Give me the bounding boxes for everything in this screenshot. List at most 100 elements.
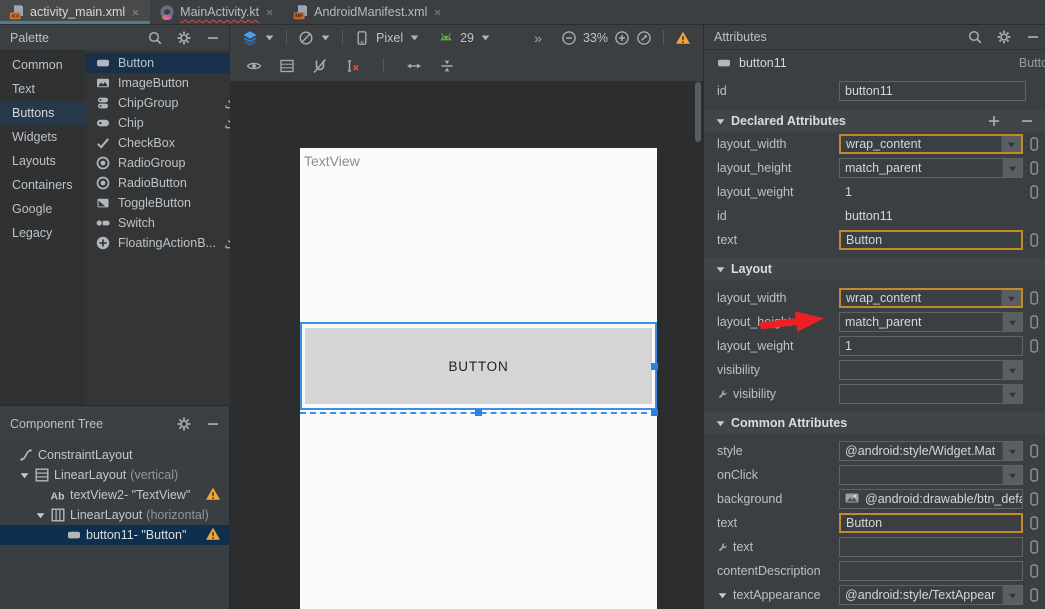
expander-icon[interactable]	[715, 418, 726, 429]
tree-item-textview2-textview[interactable]: Ab textView2- "TextView"	[0, 485, 229, 505]
dropdown-button[interactable]	[1002, 313, 1022, 331]
tree-item-linearlayout[interactable]: LinearLayout (vertical)	[0, 465, 229, 485]
chevron-down-icon[interactable]	[409, 32, 420, 43]
flag-icon[interactable]	[1026, 290, 1042, 306]
palette-item-switch[interactable]: Switch	[85, 213, 249, 233]
zoom-in-icon[interactable]	[614, 30, 630, 46]
expander-icon[interactable]	[715, 264, 726, 275]
toolbar-overflow-chevron[interactable]: »	[534, 30, 541, 46]
dropdown-button[interactable]	[1002, 385, 1022, 403]
flag-icon[interactable]	[1026, 338, 1042, 354]
expander-icon[interactable]	[717, 590, 728, 601]
device-canvas[interactable]: TextView BUTTON	[300, 148, 657, 609]
palette-category-widgets[interactable]: Widgets	[0, 125, 85, 149]
canvas-textview[interactable]: TextView	[304, 153, 360, 169]
attr-field-onclick[interactable]	[839, 465, 1023, 485]
palette-item-checkbox[interactable]: CheckBox	[85, 133, 249, 153]
attr-field-layout-width[interactable]: wrap_content	[839, 288, 1023, 308]
close-tab-icon[interactable]	[130, 7, 141, 18]
clear-constraints-icon[interactable]	[345, 58, 361, 74]
attr-field-layout-width[interactable]: wrap_content	[839, 134, 1023, 154]
dropdown-button[interactable]	[1002, 361, 1022, 379]
flag-icon[interactable]	[1026, 467, 1042, 483]
attr-field-layout-height[interactable]: match_parent	[839, 312, 1023, 332]
device-selector[interactable]: Pixel	[376, 31, 403, 45]
dropdown-button[interactable]	[1002, 159, 1022, 177]
search-icon[interactable]	[147, 30, 163, 46]
flag-icon[interactable]	[1026, 232, 1042, 248]
view-options-eye-icon[interactable]	[246, 58, 262, 74]
tree-item-linearlayout[interactable]: LinearLayout (horizontal)	[0, 505, 229, 525]
design-surface-mode-icon[interactable]	[242, 30, 258, 46]
minimize-icon[interactable]	[205, 30, 221, 46]
attr-field-text[interactable]: Button	[839, 230, 1023, 250]
attr-field-visibility[interactable]	[839, 384, 1023, 404]
zoom-to-fit-icon[interactable]	[636, 30, 652, 46]
search-icon[interactable]	[967, 29, 983, 45]
palette-item-radiobutton[interactable]: RadioButton	[85, 173, 249, 193]
canvas-scrollbar[interactable]	[695, 82, 701, 142]
gear-icon[interactable]	[176, 30, 192, 46]
attr-field-contentdescription[interactable]	[839, 561, 1023, 581]
expander-icon[interactable]	[19, 470, 30, 481]
flag-icon[interactable]	[1026, 515, 1042, 531]
palette-category-layouts[interactable]: Layouts	[0, 149, 85, 173]
minimize-icon[interactable]	[1025, 29, 1041, 45]
chevron-down-icon[interactable]	[320, 32, 331, 43]
attr-field-text[interactable]: Button	[839, 513, 1023, 533]
section-header-layout[interactable]: Layout	[704, 258, 1045, 280]
palette-item-chip[interactable]: Chip	[85, 113, 249, 133]
warnings-icon[interactable]	[675, 30, 691, 46]
palette-category-containers[interactable]: Containers	[0, 173, 85, 197]
expander-icon[interactable]	[35, 510, 46, 521]
close-tab-icon[interactable]	[264, 7, 275, 18]
attr-field-style[interactable]: @android:style/Widget.Mat	[839, 441, 1023, 461]
resize-handle-corner[interactable]	[651, 409, 658, 416]
flag-icon[interactable]	[1026, 563, 1042, 579]
flag-icon[interactable]	[1026, 587, 1042, 603]
attr-field-visibility[interactable]	[839, 360, 1023, 380]
attr-field-background[interactable]: @android:drawable/btn_defau	[839, 489, 1023, 509]
palette-item-chipgroup[interactable]: ChipGroup	[85, 93, 249, 113]
attr-field-layout-height[interactable]: match_parent	[839, 158, 1023, 178]
flag-icon[interactable]	[1026, 314, 1042, 330]
palette-category-buttons[interactable]: Buttons	[0, 101, 85, 125]
palette-category-legacy[interactable]: Legacy	[0, 221, 85, 245]
tab-androidmanifest-xml[interactable]: MF AndroidManifest.xml	[284, 0, 452, 24]
palette-category-google[interactable]: Google	[0, 197, 85, 221]
zoom-out-icon[interactable]	[561, 30, 577, 46]
dropdown-button[interactable]	[1002, 466, 1022, 484]
tab-mainactivity-kt[interactable]: MainActivity.kt	[150, 0, 284, 24]
linear-layout-icon[interactable]	[279, 58, 295, 74]
dropdown-button[interactable]	[1002, 586, 1022, 604]
distribute-vertical-icon[interactable]	[439, 58, 455, 74]
palette-item-floatingactionb[interactable]: FloatingActionB...	[85, 233, 249, 253]
palette-item-radiogroup[interactable]: RadioGroup	[85, 153, 249, 173]
palette-item-imagebutton[interactable]: ImageButton	[85, 73, 249, 93]
attr-field-text[interactable]	[839, 537, 1023, 557]
flag-icon[interactable]	[1026, 136, 1042, 152]
flag-icon[interactable]	[1026, 491, 1042, 507]
flag-icon[interactable]	[1026, 539, 1042, 555]
attr-field-layout-weight[interactable]: 1	[839, 336, 1023, 356]
resize-handle-right[interactable]	[651, 363, 658, 370]
palette-category-text[interactable]: Text	[0, 77, 85, 101]
section-header-declared-attributes[interactable]: Declared Attributes	[704, 110, 1045, 132]
autoconnect-off-magnet-icon[interactable]	[312, 58, 328, 74]
api-level-selector[interactable]: 29	[460, 31, 474, 45]
dropdown-button[interactable]	[1001, 136, 1021, 152]
chevron-down-icon[interactable]	[480, 32, 491, 43]
tree-item-button11-button[interactable]: button11- "Button"	[0, 525, 229, 545]
section-header-common-attributes[interactable]: Common Attributes	[704, 412, 1045, 434]
dropdown-button[interactable]	[1002, 442, 1022, 460]
id-field[interactable]: button11	[839, 81, 1026, 101]
design-surface[interactable]: TextView BUTTON	[230, 82, 703, 609]
add-attribute-icon[interactable]	[986, 113, 1002, 129]
flag-icon[interactable]	[1026, 443, 1042, 459]
remove-attribute-icon[interactable]	[1019, 113, 1035, 129]
resize-handle-bottom[interactable]	[475, 409, 482, 416]
chevron-down-icon[interactable]	[264, 32, 275, 43]
canvas-button[interactable]: BUTTON	[305, 328, 652, 404]
flag-icon[interactable]	[1026, 184, 1042, 200]
palette-category-common[interactable]: Common	[0, 53, 85, 77]
